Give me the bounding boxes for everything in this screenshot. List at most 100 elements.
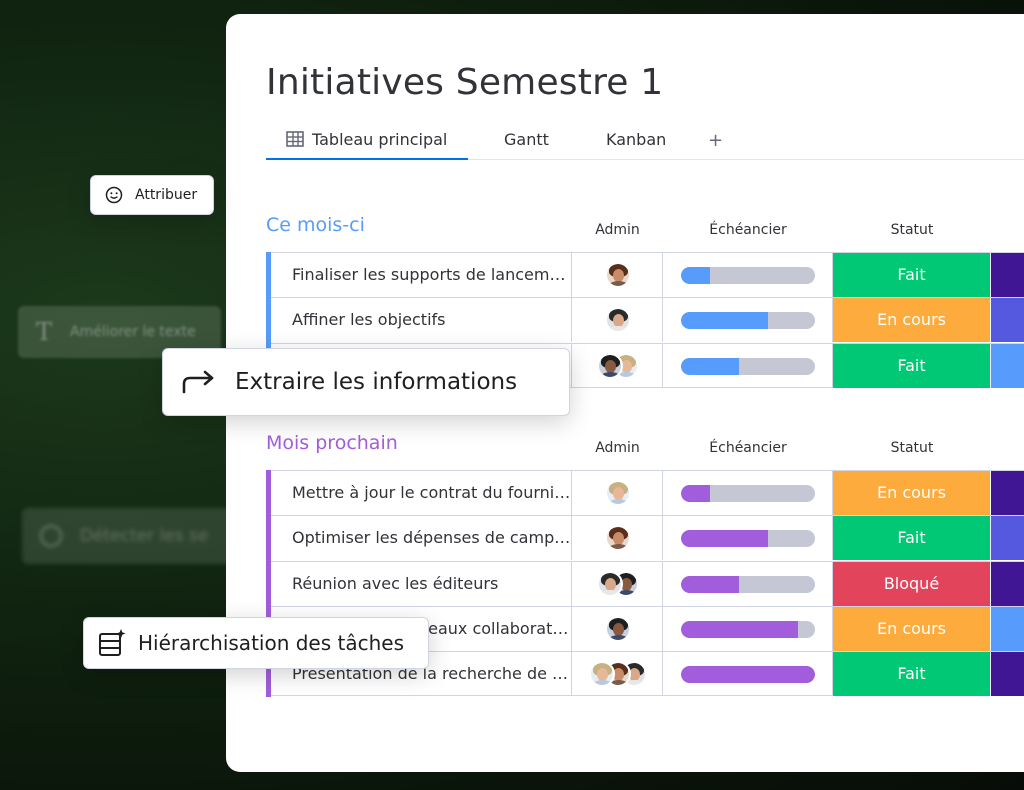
- timeline-cell[interactable]: [663, 516, 833, 561]
- avatar[interactable]: [604, 525, 631, 552]
- avatar-group: [596, 352, 639, 379]
- item-name[interactable]: Optimiser les dépenses de campagne: [272, 516, 572, 561]
- timeline-bar: [681, 666, 815, 684]
- timeline-progress: [681, 312, 769, 330]
- admin-cell[interactable]: [572, 343, 663, 388]
- group-color-bar: [266, 560, 271, 607]
- timeline-progress: [681, 530, 769, 548]
- avatar[interactable]: [604, 262, 631, 288]
- status-label[interactable]: Fait: [833, 343, 991, 388]
- status-label[interactable]: Fait: [833, 516, 991, 561]
- extract-info-label: Extraire les informations: [235, 369, 518, 395]
- table-row[interactable]: Affiner les objectifs En cours: [266, 297, 1024, 344]
- view-tabs: Tableau principal Gantt Kanban +: [266, 130, 1024, 160]
- item-name[interactable]: Mettre à jour le contrat du fournisseur: [272, 471, 572, 515]
- extra-status-cell[interactable]: [991, 253, 1024, 297]
- table-row[interactable]: Optimiser les dépenses de campagne Fait: [266, 515, 1024, 562]
- board-title: Initiatives Semestre 1: [266, 62, 664, 103]
- timeline-bar: [681, 530, 815, 548]
- table-row[interactable]: Finaliser les supports de lancement Fait: [266, 252, 1024, 298]
- extra-status-cell[interactable]: [991, 298, 1024, 343]
- extra-status-cell[interactable]: [991, 606, 1024, 651]
- avatar-group: [604, 262, 631, 288]
- extra-status-cell[interactable]: [991, 516, 1024, 561]
- timeline-progress: [681, 575, 739, 593]
- avatar-group: [604, 615, 631, 642]
- column-header-extra: E: [1018, 222, 1024, 238]
- status-label[interactable]: Bloqué: [833, 561, 991, 606]
- status-label[interactable]: Fait: [833, 253, 991, 297]
- avatar-group: [588, 661, 647, 688]
- table-row[interactable]: Mettre à jour le contrat du fournisseur E…: [266, 470, 1024, 516]
- avatar-group: [604, 480, 631, 506]
- tab-gantt[interactable]: Gantt: [504, 130, 549, 160]
- admin-cell[interactable]: [572, 253, 663, 297]
- tab-main-table[interactable]: Tableau principal: [266, 130, 468, 160]
- column-header-timeline: Échéancier: [709, 222, 787, 238]
- text-t-icon: T: [36, 318, 53, 346]
- status-label[interactable]: En cours: [833, 298, 991, 343]
- tab-main-table-label: Tableau principal: [312, 130, 448, 149]
- admin-cell[interactable]: [572, 561, 663, 606]
- extra-status-cell[interactable]: [991, 343, 1024, 388]
- tab-kanban[interactable]: Kanban: [606, 130, 666, 160]
- smiley-icon: [105, 186, 123, 204]
- timeline-bar: [681, 312, 815, 330]
- admin-cell[interactable]: [572, 606, 663, 651]
- column-header-admin: Admin: [595, 222, 640, 238]
- timeline-cell[interactable]: [663, 343, 833, 388]
- prioritize-tasks-chip[interactable]: Hiérarchisation des tâches: [83, 617, 429, 669]
- table-row[interactable]: Réunion avec les éditeurs Bloqué: [266, 560, 1024, 607]
- status-label[interactable]: En cours: [833, 471, 991, 515]
- avatar[interactable]: [604, 615, 631, 642]
- assign-chip[interactable]: Attribuer: [90, 175, 214, 215]
- timeline-cell[interactable]: [663, 298, 833, 343]
- admin-cell[interactable]: [572, 652, 663, 697]
- timeline-bar: [681, 485, 815, 502]
- extract-info-chip[interactable]: Extraire les informations: [162, 348, 570, 416]
- avatar-group: [604, 307, 631, 334]
- admin-cell[interactable]: [572, 298, 663, 343]
- timeline-cell[interactable]: [663, 471, 833, 515]
- table-icon: [286, 131, 304, 151]
- extra-status-cell[interactable]: [991, 561, 1024, 606]
- extra-status-cell[interactable]: [991, 652, 1024, 697]
- sentiment-icon: [40, 525, 62, 547]
- group-color-bar: [266, 470, 271, 516]
- group-color-bar: [266, 297, 271, 344]
- admin-cell[interactable]: [572, 516, 663, 561]
- timeline-progress: [681, 267, 711, 284]
- tab-gantt-label: Gantt: [504, 130, 549, 149]
- item-name[interactable]: Réunion avec les éditeurs: [272, 561, 572, 606]
- timeline-cell[interactable]: [663, 606, 833, 651]
- extra-status-cell[interactable]: [991, 471, 1024, 515]
- timeline-bar: [681, 357, 815, 375]
- status-label[interactable]: Fait: [833, 652, 991, 697]
- avatar[interactable]: [604, 480, 631, 506]
- improve-text-label: Améliorer le texte: [70, 324, 196, 340]
- detect-chip[interactable]: Détecter les se: [22, 508, 232, 564]
- avatar[interactable]: [596, 352, 623, 379]
- timeline-progress: [681, 485, 711, 502]
- avatar[interactable]: [588, 661, 615, 688]
- redirect-arrow-icon: [181, 369, 217, 395]
- timeline-progress: [681, 666, 815, 684]
- column-header-extra: E: [1018, 440, 1024, 456]
- avatar[interactable]: [604, 307, 631, 334]
- assign-label: Attribuer: [135, 187, 198, 203]
- avatar-group: [604, 525, 631, 552]
- tab-kanban-label: Kanban: [606, 130, 667, 149]
- admin-cell[interactable]: [572, 471, 663, 515]
- timeline-cell[interactable]: [663, 652, 833, 697]
- timeline-cell[interactable]: [663, 561, 833, 606]
- item-name[interactable]: Affiner les objectifs: [272, 298, 572, 343]
- column-header-admin: Admin: [595, 440, 640, 456]
- timeline-cell[interactable]: [663, 253, 833, 297]
- group-title-this-month[interactable]: Ce mois-ci: [266, 214, 365, 236]
- avatar[interactable]: [596, 570, 623, 597]
- column-header-timeline: Échéancier: [709, 440, 787, 456]
- status-label[interactable]: En cours: [833, 606, 991, 651]
- group-title-next-month[interactable]: Mois prochain: [266, 432, 398, 454]
- add-view-button[interactable]: +: [708, 130, 723, 151]
- item-name[interactable]: Finaliser les supports de lancement: [272, 253, 572, 297]
